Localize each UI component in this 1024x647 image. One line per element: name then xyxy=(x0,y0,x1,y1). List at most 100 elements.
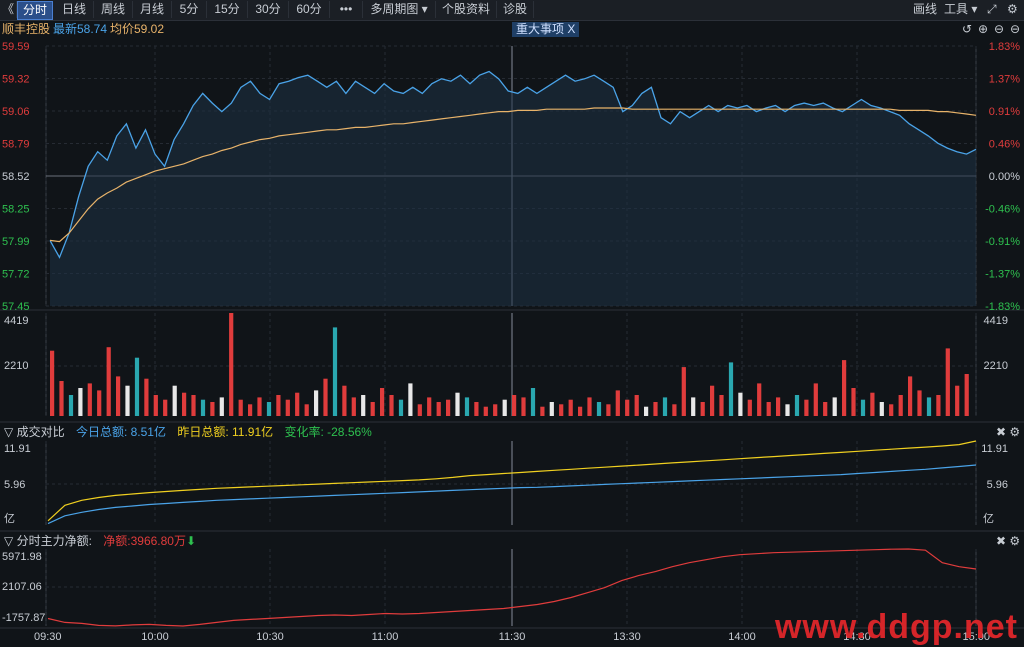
price-area-fill xyxy=(50,71,976,306)
volume-bar xyxy=(644,406,649,416)
volume-bar xyxy=(332,327,338,416)
volume-bar xyxy=(323,378,328,416)
volume-bar xyxy=(351,397,356,416)
mainflow-settings-icon[interactable]: ⚙ xyxy=(1009,534,1020,548)
time-tick-label: 11:00 xyxy=(372,631,399,643)
price-tick-label: 57.45 xyxy=(2,301,30,313)
volume-bar xyxy=(144,378,149,416)
volume-bar xyxy=(248,404,253,416)
volume-bar xyxy=(455,392,460,416)
volume-bar xyxy=(879,402,884,416)
time-tick-label: 10:30 xyxy=(256,631,284,643)
turnover-unit-label: 亿 xyxy=(4,512,15,525)
volume-bar xyxy=(606,404,611,416)
volume-bar xyxy=(314,390,319,416)
volume-bar xyxy=(870,392,875,416)
mainflow-tick-label: 2107.06 xyxy=(2,581,42,593)
volume-bar xyxy=(691,397,696,416)
volume-bar xyxy=(521,397,526,416)
turnover-unit-label-right: 亿 xyxy=(983,512,994,525)
volume-bar xyxy=(97,390,102,416)
volume-bar xyxy=(842,360,847,416)
volume-bar xyxy=(191,395,196,416)
percent-tick-label: 1.37% xyxy=(989,74,1020,86)
volume-bar xyxy=(106,347,111,416)
turnover-title-bar: ▽ 成交对比 今日总额: 8.51亿 昨日总额: 11.91亿 变化率: -28… xyxy=(4,424,372,441)
volume-bar xyxy=(493,404,498,416)
volume-bar xyxy=(738,392,743,416)
volume-bar xyxy=(389,395,394,416)
volume-bar xyxy=(955,385,960,416)
volume-bar xyxy=(700,402,705,416)
volume-bar xyxy=(172,385,177,416)
mainflow-title-bar: ▽ 分时主力净额: 净额:3966.80万⬇ xyxy=(4,533,196,550)
volume-bar xyxy=(361,395,366,416)
price-tick-label: 58.79 xyxy=(2,139,30,151)
volume-bar xyxy=(427,397,432,416)
volume-bar xyxy=(568,399,573,416)
volume-bar xyxy=(502,399,507,416)
volume-bar xyxy=(512,395,517,416)
volume-bar xyxy=(483,406,488,416)
volume-bar xyxy=(408,383,413,416)
volume-bar xyxy=(757,383,762,416)
volume-bar xyxy=(285,399,290,416)
volume-bar xyxy=(719,395,724,416)
percent-tick-label: -0.91% xyxy=(985,236,1020,248)
turnover-tick-label: 11.91 xyxy=(4,443,31,455)
volume-bar xyxy=(964,374,969,416)
volume-bar xyxy=(634,395,639,416)
volume-bar xyxy=(304,404,309,416)
turnover-title: 成交对比 xyxy=(16,425,65,439)
volume-bar xyxy=(917,390,922,416)
volume-bar xyxy=(540,406,545,416)
volume-tick-label-right: 4419 xyxy=(984,315,1008,327)
volume-bar xyxy=(68,395,74,416)
percent-tick-label: 0.00% xyxy=(989,171,1020,183)
volume-bar xyxy=(936,395,941,416)
turnover-controls: ✖ ⚙ xyxy=(996,424,1020,441)
time-tick-label: 11:30 xyxy=(499,631,526,643)
time-tick-label: 13:30 xyxy=(613,631,641,643)
volume-bar xyxy=(804,399,809,416)
percent-tick-label: 0.91% xyxy=(989,106,1020,118)
volume-bar xyxy=(229,313,234,416)
close-mainflow-icon[interactable]: ✖ xyxy=(996,534,1006,548)
price-tick-label: 58.52 xyxy=(2,171,30,183)
collapse-mainflow-icon[interactable]: ▽ xyxy=(4,534,13,548)
today-total: 今日总额: 8.51亿 xyxy=(75,425,166,439)
volume-bar xyxy=(860,399,866,416)
volume-bar xyxy=(257,397,262,416)
volume-bar xyxy=(662,397,668,416)
volume-bar xyxy=(116,376,121,416)
down-arrow-icon: ⬇ xyxy=(185,534,197,548)
volume-bar xyxy=(926,397,932,416)
volume-bar xyxy=(238,399,243,416)
volume-bar xyxy=(417,404,422,416)
volume-bar xyxy=(266,402,272,416)
volume-bar xyxy=(785,404,790,416)
time-tick-label: 10:00 xyxy=(141,631,169,643)
watermark: www.ddgp.net xyxy=(774,608,1018,646)
volume-bar xyxy=(370,402,375,416)
volume-bar xyxy=(945,348,950,416)
close-turnover-icon[interactable]: ✖ xyxy=(996,425,1006,439)
percent-tick-label: -1.83% xyxy=(985,301,1020,313)
volume-bar xyxy=(134,357,140,416)
mainflow-title: 分时主力净额: xyxy=(16,534,92,548)
volume-bar xyxy=(342,385,347,416)
volume-bar xyxy=(615,390,620,416)
volume-bar xyxy=(681,367,686,416)
volume-bar xyxy=(710,385,715,416)
volume-bar xyxy=(276,395,281,416)
volume-bar xyxy=(87,383,92,416)
volume-bar xyxy=(653,402,658,416)
volume-bar xyxy=(219,397,224,416)
volume-bar xyxy=(436,402,441,416)
turnover-tick-label: 5.96 xyxy=(4,479,25,491)
volume-bar xyxy=(898,395,903,416)
volume-bar xyxy=(578,406,583,416)
collapse-turnover-icon[interactable]: ▽ xyxy=(4,425,13,439)
turnover-settings-icon[interactable]: ⚙ xyxy=(1009,425,1020,439)
volume-bar xyxy=(474,402,479,416)
